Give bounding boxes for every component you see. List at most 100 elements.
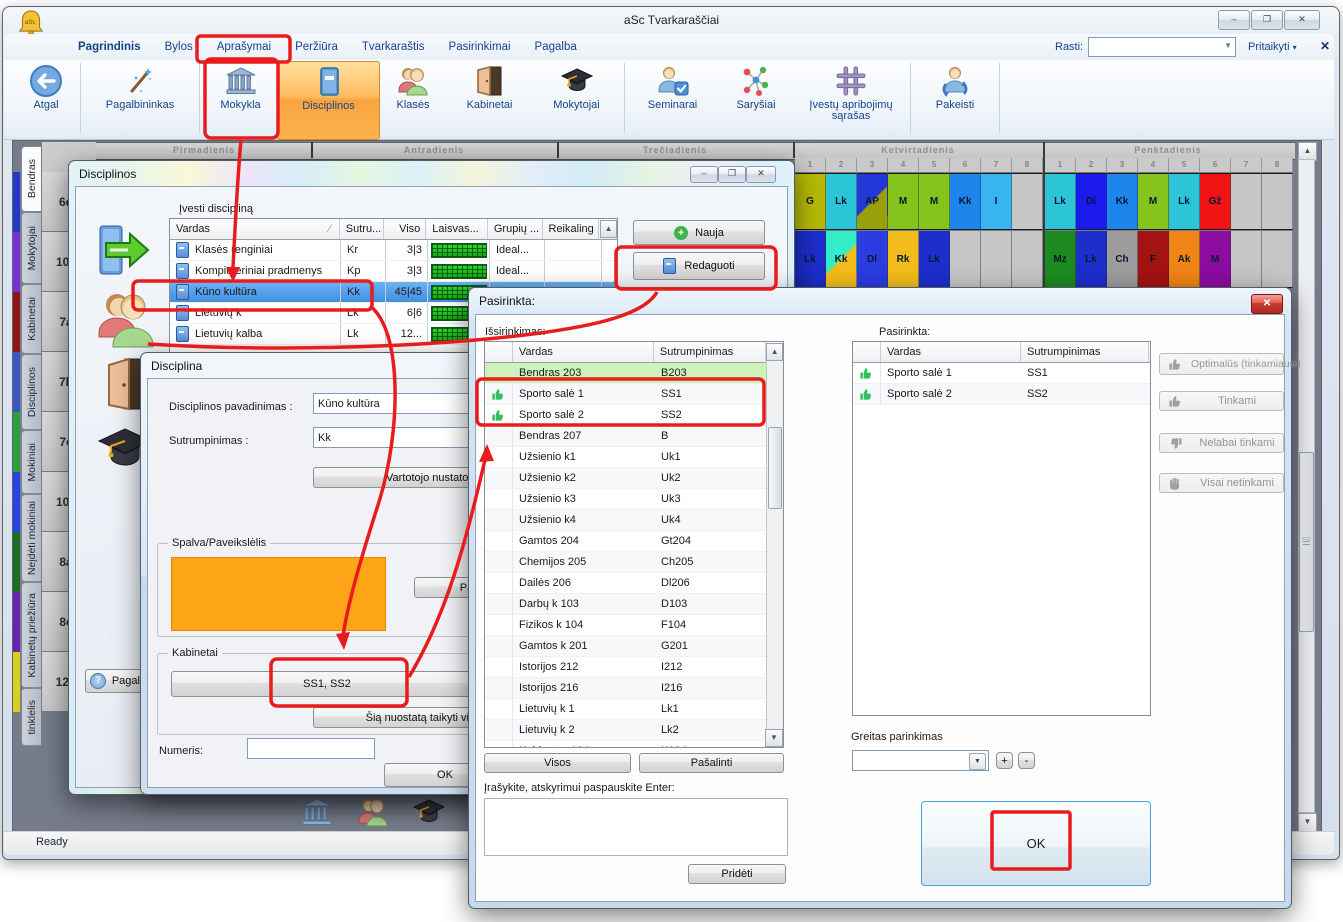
lesson-cell-g[interactable]: G: [795, 173, 826, 230]
table-row-klas-s-renginiai[interactable]: Klasės renginiaiKr3|3Ideal...: [170, 240, 617, 261]
menu-item-pasirinkimai[interactable]: Pasirinkimai: [437, 36, 523, 58]
column-header-sutrumpinimas[interactable]: Sutrumpinimas: [1021, 342, 1149, 362]
lesson-cell-kk[interactable]: Kk: [1107, 173, 1138, 230]
rank-button-4[interactable]: Visai netinkami: [1159, 473, 1284, 493]
room-row-lk2[interactable]: Lietuvių k 2Lk2: [485, 720, 768, 741]
room-row-b[interactable]: Bendras 207B: [485, 426, 768, 447]
scrollbar-thumb[interactable]: [1299, 452, 1314, 632]
disciplinos-maximize-button[interactable]: ❐: [718, 166, 746, 183]
room-row-ss1[interactable]: Sporto salė 1SS1: [485, 384, 768, 405]
column-header-4[interactable]: Laisvas...: [426, 219, 488, 239]
disciplinos-close-button[interactable]: ✕: [746, 166, 776, 183]
column-header-2[interactable]: Sutru...: [340, 219, 385, 239]
search-close-icon[interactable]: ✕: [1320, 39, 1330, 53]
pasirinkta-close-button[interactable]: ✕: [1251, 294, 1283, 314]
column-header-6[interactable]: Reikaling: [543, 219, 600, 239]
lesson-cell-dl[interactable]: Dl: [857, 231, 888, 288]
sidebar-tab-bendras[interactable]: Bendras: [21, 146, 41, 212]
room-row-ch205[interactable]: Chemijos 205Ch205: [485, 552, 768, 573]
toolbar-button-back[interactable]: Atgal: [16, 61, 76, 138]
lesson-cell-empty[interactable]: [1012, 231, 1043, 288]
room-row-ss2[interactable]: Sporto salė 2SS2: [853, 384, 1150, 405]
lesson-cell-m[interactable]: M: [919, 173, 950, 230]
lesson-cell-kk[interactable]: Kk: [826, 231, 857, 288]
find-input[interactable]: ▼: [1088, 37, 1236, 57]
lesson-cell-rk[interactable]: Rk: [888, 231, 919, 288]
scroll-down-icon[interactable]: ▼: [765, 729, 783, 747]
new-button[interactable]: + Nauja: [633, 220, 765, 245]
toolbar-button-book[interactable]: Disciplinos: [277, 61, 380, 140]
lesson-cell-empty[interactable]: [1262, 231, 1293, 288]
room-row-uk3[interactable]: Užsienio k3Uk3: [485, 489, 768, 510]
color-swatch[interactable]: [171, 557, 386, 631]
lesson-cell-m[interactable]: M: [888, 173, 919, 230]
sort-icon[interactable]: ∕: [329, 223, 331, 235]
column-header-5[interactable]: Grupių ...: [488, 219, 543, 239]
lesson-cell-lk[interactable]: Lk: [1076, 231, 1107, 288]
sidebar-tab-mokiniai[interactable]: Mokiniai: [21, 430, 41, 494]
lesson-cell-gž[interactable]: Gž: [1200, 173, 1231, 230]
column-header-vardas[interactable]: Vardas: [881, 342, 1021, 362]
room-row-i212[interactable]: Istorijos 212I212: [485, 657, 768, 678]
sidebar-tab-kabinet-prie-i-ra[interactable]: Kabinetų priežiūra: [21, 582, 41, 688]
lesson-cell-empty[interactable]: [1231, 231, 1262, 288]
students-icon[interactable]: [93, 287, 157, 352]
add-button[interactable]: Pridėti: [688, 864, 786, 884]
lesson-cell-m[interactable]: M: [1138, 173, 1169, 230]
maximize-button[interactable]: ❐: [1251, 10, 1283, 30]
lesson-cell-ap[interactable]: AP: [857, 173, 888, 230]
room-row-lk1[interactable]: Lietuvių k 1Lk1: [485, 699, 768, 720]
menu-item-peržiūra[interactable]: Peržiūra: [283, 36, 350, 58]
column-header-sutrumpinimas[interactable]: Sutrumpinimas: [654, 342, 766, 362]
room-row-dl206[interactable]: Dailės 206Dl206: [485, 573, 768, 594]
lesson-cell-lk[interactable]: Lk: [919, 231, 950, 288]
disciplinos-minimize-button[interactable]: –: [690, 166, 718, 183]
room-row-g201[interactable]: Gamtos k 201G201: [485, 636, 768, 657]
lesson-cell-empty[interactable]: [1231, 173, 1262, 230]
scrollbar-thumb[interactable]: [768, 427, 782, 509]
room-row-k104[interactable]: Kabinetas 104K104: [485, 741, 768, 748]
rank-button-1[interactable]: Optimalūs (tinkamiausi): [1159, 353, 1284, 375]
lesson-cell-lk[interactable]: Lk: [826, 173, 857, 230]
sidebar-tab-tinklelis[interactable]: tinklelis: [21, 688, 41, 746]
sidebar-tab-disciplinos[interactable]: Disciplinos: [21, 354, 41, 430]
all-button[interactable]: Visos: [484, 753, 631, 773]
scrollbar-track[interactable]: [766, 362, 783, 747]
lesson-cell-lk[interactable]: Lk: [1045, 173, 1076, 230]
close-button[interactable]: ✕: [1284, 10, 1320, 30]
lesson-cell-empty[interactable]: [950, 231, 981, 288]
sidebar-tab-mokytojai[interactable]: Mokytojai: [21, 212, 41, 284]
toolbar-button-gradcap[interactable]: Mokytojai: [533, 61, 620, 138]
toolbar-button-school[interactable]: Mokykla: [204, 61, 277, 138]
menu-item-pagalba[interactable]: Pagalba: [523, 36, 589, 58]
rooms-button[interactable]: SS1, SS2: [171, 671, 483, 697]
scroll-down-icon[interactable]: ▼: [1298, 813, 1317, 832]
lesson-cell-ch[interactable]: Ch: [1107, 231, 1138, 288]
room-row-gt204[interactable]: Gamtos 204Gt204: [485, 531, 768, 552]
column-header-1[interactable]: Vardas∕: [170, 219, 340, 239]
scroll-up-icon[interactable]: ▲: [766, 343, 783, 361]
menu-item-tvarkaraštis[interactable]: Tvarkaraštis: [350, 36, 437, 58]
rank-button-3[interactable]: Nelabai tinkami: [1159, 433, 1284, 453]
lesson-cell-dl[interactable]: Dl: [1076, 173, 1107, 230]
column-header-3[interactable]: Viso: [384, 219, 426, 239]
toolbar-button-grid[interactable]: Įvestų apribojimų sąrašas: [796, 61, 906, 138]
toolbar-button-students[interactable]: Klasės: [380, 61, 446, 138]
menu-item-bylos[interactable]: Bylos: [153, 36, 205, 58]
lesson-cell-empty[interactable]: [981, 231, 1012, 288]
lesson-cell-empty[interactable]: [1262, 173, 1293, 230]
ok-button[interactable]: OK: [921, 801, 1151, 886]
sidebar-tab-kabinetai[interactable]: Kabinetai: [21, 284, 41, 354]
chevron-down-icon[interactable]: ▼: [1224, 41, 1232, 50]
room-row-uk2[interactable]: Užsienio k2Uk2: [485, 468, 768, 489]
lesson-cell-m[interactable]: M: [1200, 231, 1231, 288]
room-row-i216[interactable]: Istorijos 216I216: [485, 678, 768, 699]
lesson-cell-f[interactable]: F: [1138, 231, 1169, 288]
room-row-f104[interactable]: Fizikos k 104F104: [485, 615, 768, 636]
lesson-cell-kk[interactable]: Kk: [950, 173, 981, 230]
lesson-cell-lk[interactable]: Lk: [795, 231, 826, 288]
quick-remove-button[interactable]: -: [1018, 752, 1035, 769]
lesson-cell-mz[interactable]: Mz: [1045, 231, 1076, 288]
column-header-vardas[interactable]: Vardas: [513, 342, 654, 362]
number-field[interactable]: [247, 738, 375, 759]
